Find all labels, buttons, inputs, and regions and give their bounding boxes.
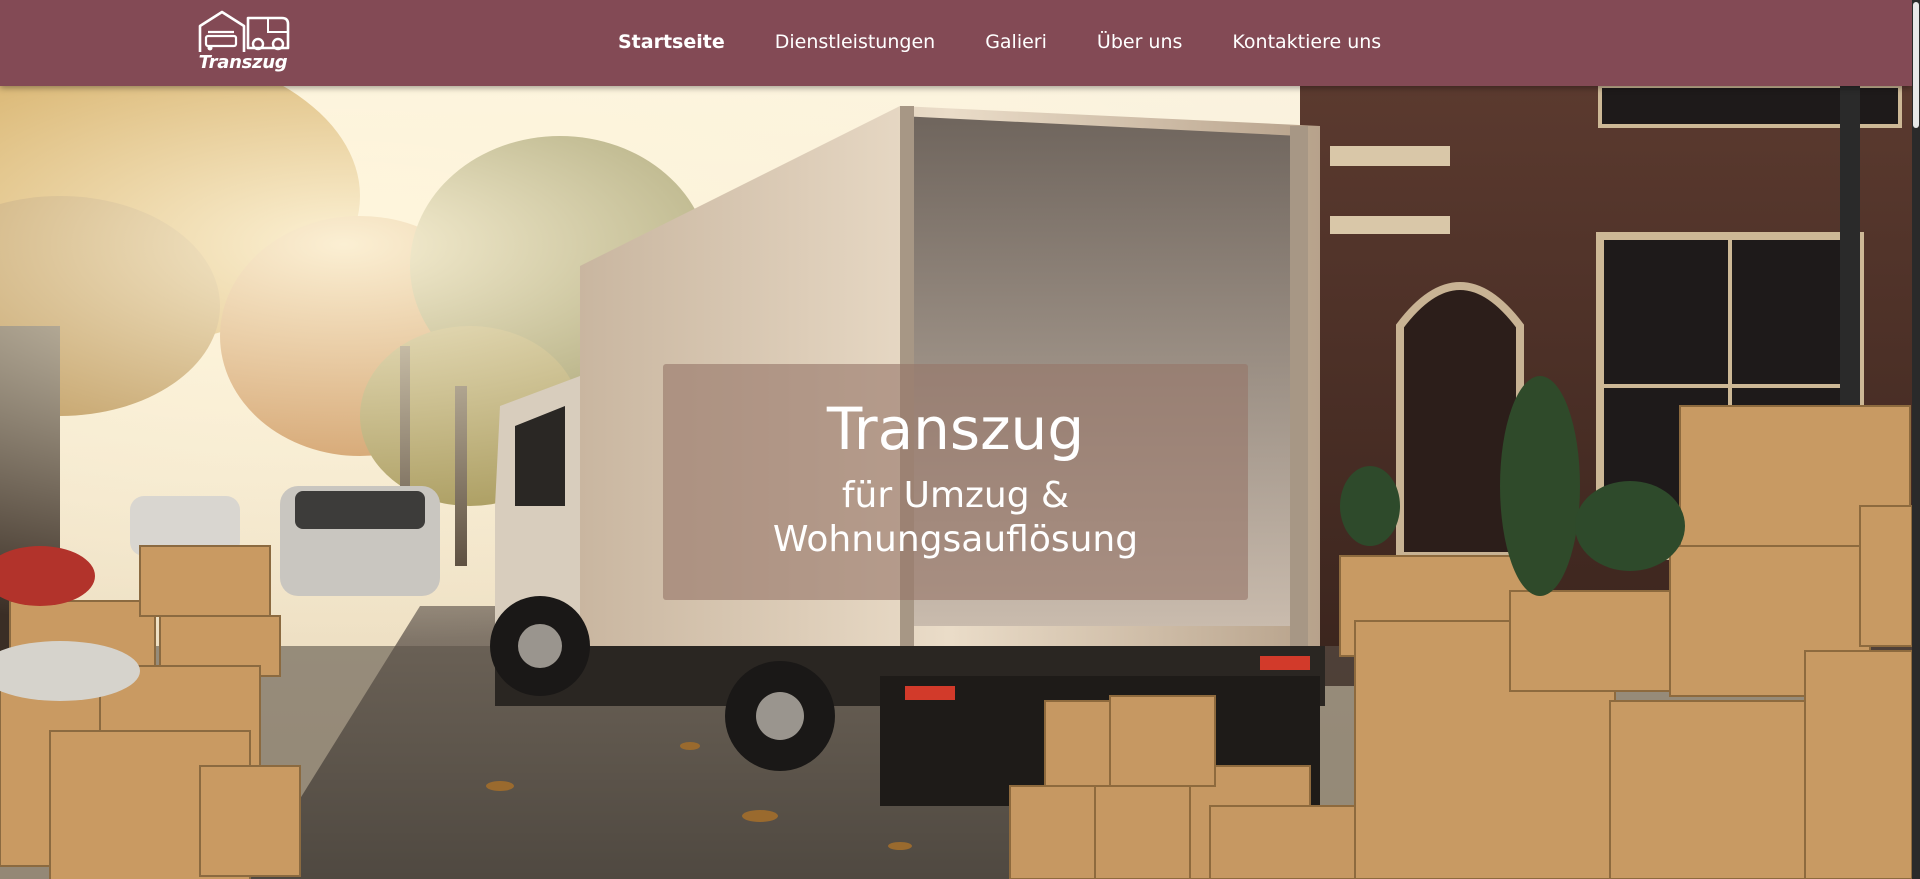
moving-van-icon (198, 10, 290, 52)
page-scrollbar[interactable] (1912, 0, 1920, 879)
brand-logo[interactable]: Transzug (194, 8, 292, 78)
hero-title: Transzug (826, 395, 1085, 463)
page: Transzug Startseite Dienstleistungen Gal… (0, 0, 1920, 879)
hero-subtitle-line1: für Umzug & (841, 475, 1070, 516)
nav-item-galieri[interactable]: Galieri (985, 28, 1047, 58)
hero-overlay: Transzug für Umzug & Wohnungsauflösung (663, 364, 1248, 600)
hero-subtitle-line2: Wohnungsauflösung (772, 519, 1139, 560)
nav-item-startseite[interactable]: Startseite (618, 28, 725, 58)
brand-name: Transzug (198, 52, 288, 73)
nav-item-ueber-uns[interactable]: Über uns (1097, 28, 1183, 58)
scrollbar-thumb[interactable] (1913, 2, 1919, 128)
nav-item-dienstleistungen[interactable]: Dienstleistungen (775, 28, 935, 58)
main-navigation: Startseite Dienstleistungen Galieri Über… (618, 28, 1431, 58)
hero-subtitle: für Umzug & Wohnungsauflösung (663, 474, 1248, 562)
nav-item-kontakt[interactable]: Kontaktiere uns (1232, 28, 1381, 58)
top-navbar: Transzug Startseite Dienstleistungen Gal… (0, 0, 1912, 86)
